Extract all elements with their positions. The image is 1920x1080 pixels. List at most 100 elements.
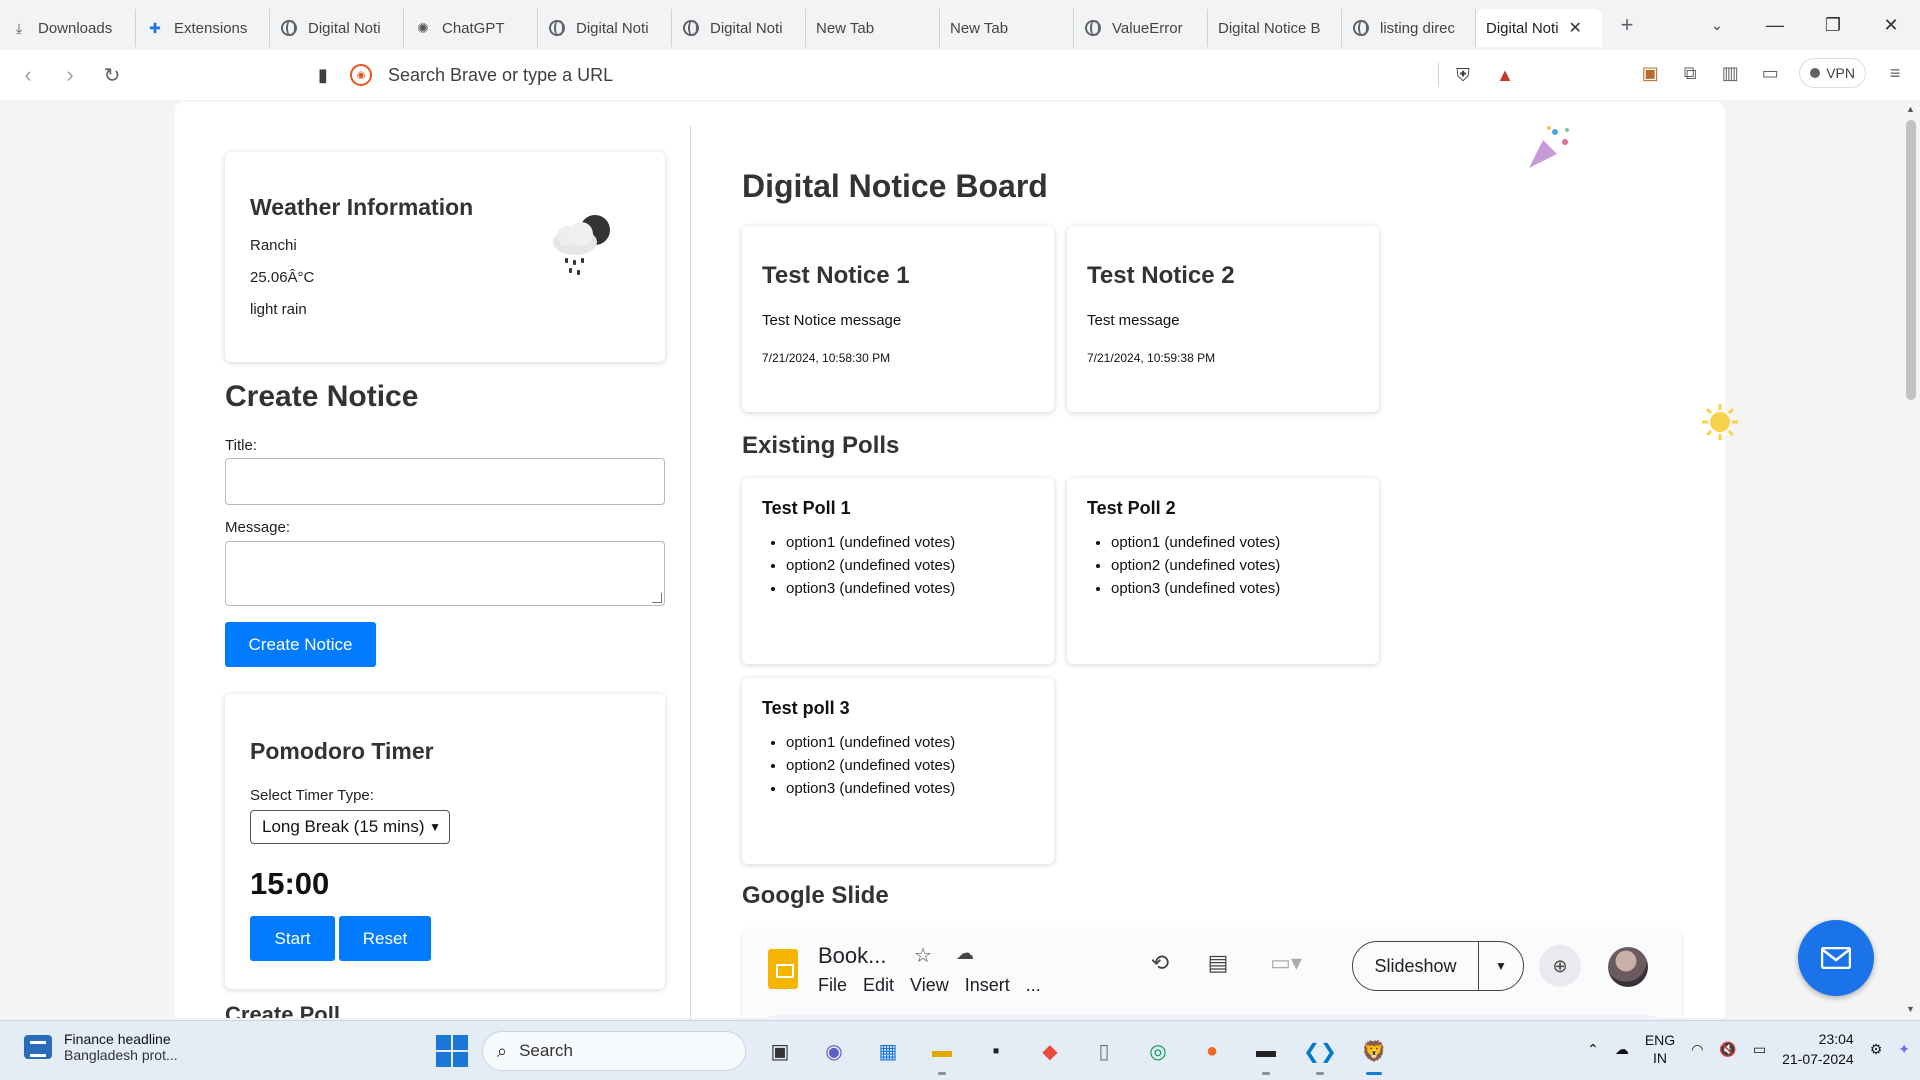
tab-listing[interactable]: listing direc bbox=[1342, 9, 1476, 47]
menu-more[interactable]: ... bbox=[1026, 975, 1041, 996]
start-button[interactable]: Start bbox=[250, 916, 335, 961]
extensions-icon[interactable]: ⧉ bbox=[1679, 62, 1701, 84]
news-title: Finance headline bbox=[64, 1031, 171, 1047]
tab-digital-notice-2[interactable]: Digital Noti bbox=[538, 9, 672, 47]
store-icon[interactable]: ▦ bbox=[868, 1031, 908, 1071]
menu-edit[interactable]: Edit bbox=[863, 975, 894, 996]
wifi-icon[interactable]: ◠ bbox=[1691, 1041, 1703, 1058]
forward-icon[interactable]: › bbox=[50, 55, 90, 95]
vpn-status-dot bbox=[1810, 68, 1821, 78]
windows-start-icon[interactable] bbox=[436, 1035, 468, 1067]
menu-view[interactable]: View bbox=[910, 975, 949, 996]
cloud-icon[interactable]: ☁ bbox=[956, 943, 974, 964]
history-icon[interactable]: ⟲ bbox=[1142, 945, 1178, 981]
back-icon[interactable]: ‹ bbox=[8, 55, 48, 95]
onedrive-icon[interactable]: ☁ bbox=[1615, 1041, 1629, 1058]
brave-browser-icon[interactable]: 🦁 bbox=[1354, 1031, 1394, 1075]
cmd-icon[interactable]: ▬ bbox=[1246, 1031, 1286, 1075]
volume-muted-icon[interactable]: 🔇 bbox=[1719, 1041, 1736, 1058]
globe-icon bbox=[280, 19, 298, 37]
star-icon[interactable]: ☆ bbox=[914, 943, 932, 968]
brave-rewards-icon[interactable]: ▲ bbox=[1494, 64, 1516, 86]
poll-option: option2 (undefined votes) bbox=[786, 754, 1034, 777]
timer-type-select[interactable]: Long Break (15 mins) ▼ bbox=[250, 810, 450, 844]
notification-bell-icon[interactable]: ⚙ bbox=[1870, 1041, 1883, 1058]
tab-new-tab-1[interactable]: New Tab bbox=[806, 9, 940, 47]
tab-digital-notice-4[interactable]: Digital Notice B bbox=[1208, 9, 1342, 47]
tab-active-digital-notice[interactable]: Digital Noti ✕ bbox=[1476, 9, 1602, 47]
resize-grip-icon[interactable] bbox=[652, 593, 662, 603]
apps-icon[interactable]: ◆ bbox=[1030, 1031, 1070, 1071]
poll-card: Test Poll 1 option1 (undefined votes) op… bbox=[742, 478, 1054, 664]
notice-message-textarea[interactable] bbox=[225, 541, 665, 606]
menu-icon[interactable]: ≡ bbox=[1884, 62, 1906, 84]
menu-insert[interactable]: Insert bbox=[965, 975, 1010, 996]
scroll-up-icon[interactable]: ▲ bbox=[1906, 104, 1915, 114]
notice-title: Test Notice 2 bbox=[1087, 262, 1235, 289]
vpn-button[interactable]: VPN bbox=[1799, 58, 1866, 88]
scrollbar-thumb[interactable] bbox=[1906, 120, 1916, 400]
edge-icon[interactable]: ◎ bbox=[1138, 1031, 1178, 1071]
address-bar[interactable]: ◉ Search Brave or type a URL bbox=[350, 57, 1530, 93]
battery-icon[interactable]: ▭ bbox=[1753, 1041, 1766, 1058]
language-indicator[interactable]: ENG IN bbox=[1645, 1031, 1675, 1067]
create-notice-button[interactable]: Create Notice bbox=[225, 622, 376, 667]
browser-toolbar: ‹ › ↻ ▮ ◉ Search Brave or type a URL bbox=[0, 50, 1920, 100]
poll-options: option1 (undefined votes) option2 (undef… bbox=[762, 731, 1034, 800]
clock[interactable]: 23:04 21-07-2024 bbox=[1782, 1029, 1854, 1069]
scroll-down-icon[interactable]: ▼ bbox=[1906, 1004, 1915, 1014]
meet-video-icon[interactable]: ▭▾ bbox=[1258, 945, 1314, 981]
restore-icon[interactable]: ❐ bbox=[1804, 0, 1862, 50]
tab-valueerror[interactable]: ValueError bbox=[1074, 9, 1208, 47]
tab-strip: ⤓ Downloads ✚ Extensions Digital Noti ✺ … bbox=[0, 0, 1920, 50]
bookmark-icon[interactable]: ▮ bbox=[312, 64, 334, 86]
pomodoro-card: Pomodoro Timer Select Timer Type: Long B… bbox=[225, 694, 665, 989]
tab-extensions[interactable]: ✚ Extensions bbox=[136, 9, 270, 47]
vscode-icon[interactable]: ❮❯ bbox=[1300, 1031, 1340, 1075]
postman-icon[interactable]: ● bbox=[1192, 1031, 1232, 1071]
add-person-icon[interactable]: ⊕ bbox=[1539, 945, 1581, 987]
close-window-icon[interactable]: ✕ bbox=[1862, 0, 1920, 50]
copilot-icon[interactable]: ✦ bbox=[1898, 1041, 1910, 1058]
new-tab-plus-icon[interactable]: + bbox=[1616, 12, 1638, 37]
tab-digital-notice-3[interactable]: Digital Noti bbox=[672, 9, 806, 47]
poll-option: option1 (undefined votes) bbox=[1111, 531, 1359, 554]
wallet-icon[interactable]: ▭ bbox=[1759, 62, 1781, 84]
reload-icon[interactable]: ↻ bbox=[92, 55, 132, 95]
tab-chatgpt[interactable]: ✺ ChatGPT bbox=[404, 9, 538, 47]
close-icon[interactable]: ✕ bbox=[1569, 18, 1582, 38]
slideshow-button[interactable]: Slideshow ▼ bbox=[1352, 941, 1524, 991]
omnibox-separator bbox=[1438, 63, 1439, 87]
app-container: Weather Information Ranchi 25.06Â°C ligh… bbox=[175, 102, 1738, 1018]
wallet-extension-icon[interactable]: ▣ bbox=[1639, 62, 1661, 84]
brave-shields-icon[interactable]: ⛨ bbox=[1452, 64, 1474, 86]
tab-downloads[interactable]: ⤓ Downloads bbox=[0, 9, 136, 47]
chevron-up-icon[interactable]: ⌃ bbox=[1587, 1041, 1599, 1058]
task-view-icon[interactable]: ▣ bbox=[760, 1031, 800, 1071]
teams-chat-icon[interactable]: ◉ bbox=[814, 1031, 854, 1071]
news-widget[interactable]: Finance headline Bangladesh prot... bbox=[24, 1031, 178, 1063]
tab-search-chevron-icon[interactable]: ⌄ bbox=[1688, 0, 1746, 50]
chevron-down-icon[interactable]: ▼ bbox=[1479, 959, 1523, 973]
poll-title: Test Poll 1 bbox=[762, 498, 851, 518]
tab-new-tab-2[interactable]: New Tab bbox=[940, 9, 1074, 47]
minimize-icon[interactable]: — bbox=[1746, 0, 1804, 50]
chatgpt-icon: ✺ bbox=[417, 19, 429, 36]
reset-button[interactable]: Reset bbox=[339, 916, 431, 961]
file-explorer-icon[interactable]: ▬ bbox=[922, 1031, 962, 1075]
puzzle-icon: ✚ bbox=[149, 19, 161, 36]
menu-file[interactable]: File bbox=[818, 975, 847, 996]
avatar[interactable] bbox=[1608, 947, 1648, 987]
window-controls: ⌄ — ❐ ✕ bbox=[1688, 0, 1920, 50]
terminal-icon[interactable]: ▪ bbox=[976, 1031, 1016, 1071]
comment-icon[interactable]: ▤ bbox=[1200, 945, 1236, 981]
poll-option: option3 (undefined votes) bbox=[786, 577, 1034, 600]
page-scrollbar[interactable]: ▲ ▼ bbox=[1902, 100, 1920, 1018]
notepad-icon[interactable]: ▯ bbox=[1084, 1031, 1124, 1071]
tab-digital-notice-1[interactable]: Digital Noti bbox=[270, 9, 404, 47]
notice-title-input[interactable] bbox=[225, 458, 665, 505]
slides-doc-name[interactable]: Book... bbox=[818, 943, 886, 969]
sidebar-icon[interactable]: ▥ bbox=[1719, 62, 1741, 84]
mail-fab-button[interactable] bbox=[1798, 920, 1874, 996]
taskbar-search[interactable]: ⌕ Search bbox=[482, 1031, 746, 1071]
